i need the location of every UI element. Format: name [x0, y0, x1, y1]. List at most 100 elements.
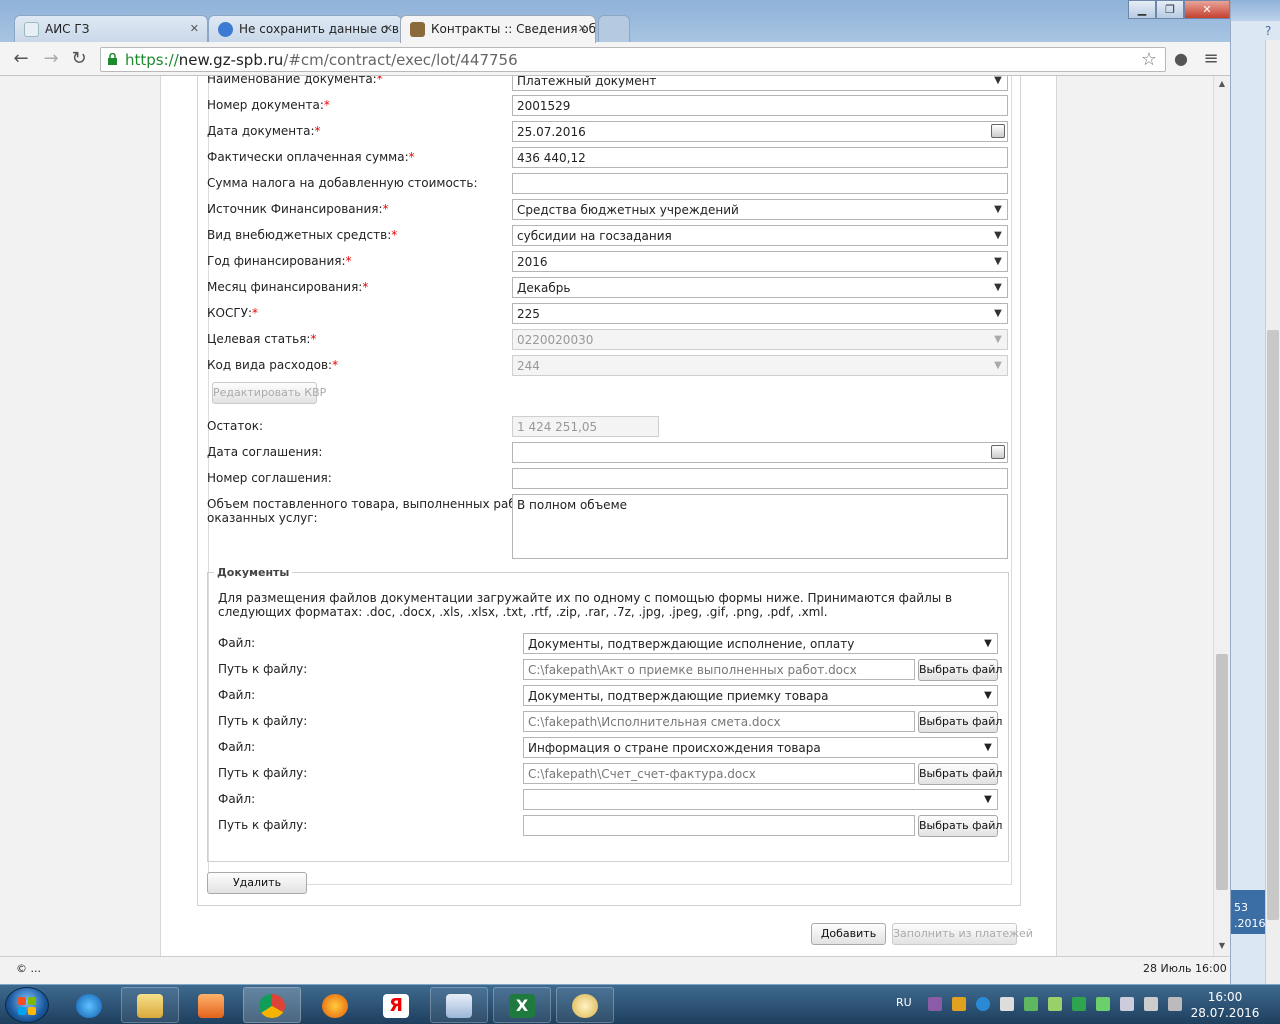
volume-textarea[interactable]: В полном объеме [512, 494, 1008, 559]
file-type-select[interactable]: Документы, подтверждающие исполнение, оп… [523, 633, 998, 654]
tab-contracts[interactable]: Контракты :: Сведения об и ✕ [400, 15, 596, 43]
tab-ais-gz[interactable]: АИС ГЗ ✕ [14, 15, 208, 43]
windows-logo-icon [18, 997, 36, 1015]
file-type-select[interactable]: ▼ [523, 789, 998, 810]
tab-not-save[interactable]: Не сохранить данные о выб ✕ [208, 15, 402, 43]
ie-icon [76, 994, 102, 1018]
status-bar: © ... 28 Июль 16:00 [0, 956, 1230, 984]
scroll-up-icon[interactable]: ▲ [1214, 76, 1230, 92]
doc-date-input[interactable]: 25.07.2016 [512, 121, 1008, 142]
shield-icon[interactable] [1072, 997, 1086, 1011]
status-left: © ... [16, 962, 41, 975]
help-icon[interactable]: ? [1265, 24, 1271, 38]
file-path-input[interactable] [523, 815, 915, 836]
yandex-taskbar-button[interactable]: Я [367, 987, 425, 1023]
forward-arrow-icon[interactable]: → [40, 48, 62, 70]
file-type-select[interactable]: Информация о стране происхождения товара… [523, 737, 998, 758]
file-path-input[interactable]: C:\fakepath\Исполнительная смета.docx [523, 711, 915, 732]
page-icon [24, 22, 39, 37]
fin-month-select[interactable]: Декабрь ▼ [512, 277, 1008, 298]
minimize-button[interactable]: ▁ [1128, 0, 1156, 19]
page-scrollbar[interactable]: ▲ ▼ [1213, 76, 1230, 956]
file-label: Файл: [218, 792, 256, 806]
close-icon[interactable]: ✕ [190, 22, 199, 35]
status-datetime: 28 Июль 16:00 [1143, 962, 1227, 975]
explorer-taskbar-button[interactable] [121, 987, 179, 1023]
agreement-number-input[interactable] [512, 468, 1008, 489]
file-path-input[interactable]: C:\fakepath\Акт о приемке выполненных ра… [523, 659, 915, 680]
agreement-date-label: Дата соглашения: [207, 445, 323, 459]
choose-file-button[interactable]: Выбрать файл [918, 763, 1002, 785]
vat-sum-input[interactable] [512, 173, 1008, 194]
choose-file-button[interactable]: Выбрать файл [918, 711, 1002, 733]
security-icon[interactable] [1048, 997, 1062, 1011]
reload-icon[interactable]: ↻ [68, 48, 90, 70]
delete-button[interactable]: Удалить [207, 872, 307, 894]
skype-icon[interactable] [976, 997, 990, 1011]
close-icon[interactable]: ✕ [578, 22, 587, 35]
agreement-number-label: Номер соглашения: [207, 471, 332, 485]
documents-note: Для размещения файлов документации загру… [218, 591, 953, 619]
extra-funds-label: Вид внебюджетных средств:* [207, 228, 398, 242]
doc-name-select[interactable]: Платежный документ ▼ [512, 76, 1008, 91]
doc-number-input[interactable]: 2001529 [512, 95, 1008, 116]
excel-taskbar-button[interactable]: X [493, 987, 551, 1023]
browser-chrome: АИС ГЗ ✕ Не сохранить данные о выб ✕ Кон… [0, 0, 1230, 76]
flag-icon[interactable] [1000, 997, 1014, 1011]
yandex-icon: Я [383, 994, 409, 1018]
fin-month-label: Месяц финансирования:* [207, 280, 369, 294]
file-path-input[interactable]: C:\fakepath\Счет_счет-фактура.docx [523, 763, 915, 784]
taskbar-clock[interactable]: 16:00 28.07.2016 [1190, 989, 1260, 1021]
paid-sum-input[interactable]: 436 440,12 [512, 147, 1008, 168]
gift-icon[interactable] [952, 997, 966, 1011]
bookmark-star-icon[interactable]: ☆ [1141, 49, 1157, 70]
chrome-taskbar-button[interactable] [243, 987, 301, 1023]
choose-file-button[interactable]: Выбрать файл [918, 659, 1002, 681]
firefox-taskbar-button[interactable] [306, 987, 364, 1023]
extra-funds-select[interactable]: субсидии на госзадания ▼ [512, 225, 1008, 246]
kosgu-select[interactable]: 225 ▼ [512, 303, 1008, 324]
tab-strip: АИС ГЗ ✕ Не сохранить данные о выб ✕ Кон… [0, 0, 1230, 43]
calendar-icon[interactable] [991, 124, 1005, 138]
scroll-thumb[interactable] [1216, 654, 1228, 890]
background-scroll-thumb [1267, 330, 1279, 920]
file-type-select[interactable]: Документы, подтверждающие приемку товара… [523, 685, 998, 706]
target-article-select: 0220020030 ▼ [512, 329, 1008, 350]
maximize-button[interactable]: ❐ [1156, 0, 1184, 19]
expense-code-label: Код вида расходов:* [207, 358, 339, 372]
background-clip: 53 .2016 [1231, 890, 1266, 934]
media-taskbar-button[interactable] [182, 987, 240, 1023]
ie-taskbar-button[interactable] [60, 987, 118, 1023]
menu-icon[interactable]: ≡ [1200, 48, 1222, 70]
close-window-button[interactable]: ✕ [1184, 0, 1230, 19]
fill-from-payments-button[interactable]: Заполнить из платежей [892, 923, 1033, 945]
browser-toolbar: ← → ↻ https://new.gz-spb.ru/#cm/contract… [0, 42, 1230, 76]
network-icon[interactable] [1024, 997, 1038, 1011]
word-taskbar-button[interactable] [430, 987, 488, 1023]
onenote-icon[interactable] [928, 997, 942, 1011]
page-viewport: Наименование документа:* Платежный докум… [0, 76, 1230, 956]
chevron-down-icon: ▼ [994, 360, 1002, 371]
scroll-down-icon[interactable]: ▼ [1214, 938, 1230, 954]
paint-taskbar-button[interactable] [556, 987, 614, 1023]
new-tab-button[interactable] [598, 15, 630, 43]
calendar-icon[interactable] [991, 445, 1005, 459]
palette-icon [572, 994, 598, 1018]
taskbar: Я X RU 16:00 28.07.2016 [0, 984, 1280, 1024]
agreement-date-input[interactable] [512, 442, 1008, 463]
checkmark-icon[interactable] [1096, 997, 1110, 1011]
address-bar[interactable]: https://new.gz-spb.ru/#cm/contract/exec/… [100, 47, 1166, 72]
back-arrow-icon[interactable]: ← [10, 48, 32, 70]
power-icon[interactable] [1168, 997, 1182, 1011]
speaker-icon[interactable] [1144, 997, 1158, 1011]
edit-kvr-button[interactable]: Редактировать КВР [212, 382, 326, 404]
fin-year-select[interactable]: 2016 ▼ [512, 251, 1008, 272]
start-button[interactable] [5, 987, 49, 1023]
add-button[interactable]: Добавить [811, 923, 886, 945]
choose-file-button[interactable]: Выбрать файл [918, 815, 1002, 837]
language-indicator[interactable]: RU [896, 996, 912, 1009]
display-icon[interactable] [1120, 997, 1134, 1011]
fin-source-select[interactable]: Средства бюджетных учреждений ▼ [512, 199, 1008, 220]
close-icon[interactable]: ✕ [384, 22, 393, 35]
extension-icon[interactable]: ● [1170, 48, 1192, 70]
